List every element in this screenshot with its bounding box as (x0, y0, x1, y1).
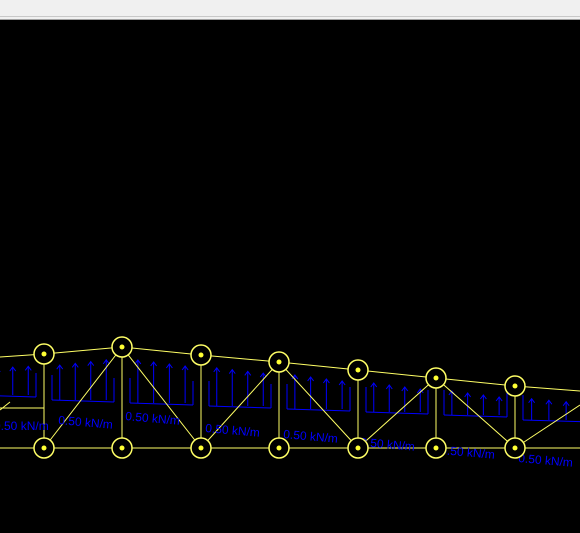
node-center-dot (41, 445, 47, 451)
load-labels: 0.50 kN/m 0.50 kN/m 0.50 kN/m 0.50 kN/m 0.50… (0, 409, 573, 470)
diagonal-member[interactable] (121, 346, 202, 449)
top-chord-member[interactable] (121, 346, 202, 356)
drawing-canvas[interactable]: 0.50 kN/m 0.50 kN/m 0.50 kN/m 0.50 kN/m 0.50… (0, 20, 580, 533)
load-value-label: 0.50 kN/m (518, 451, 574, 470)
top-chord-member[interactable] (435, 377, 516, 387)
node-center-dot (355, 367, 361, 373)
node-center-dot (276, 359, 282, 365)
top-chord-member[interactable] (200, 354, 280, 363)
node-center-dot (41, 351, 47, 357)
node-center-dot (198, 445, 204, 451)
top-node[interactable] (268, 351, 290, 373)
distributed-load (522, 395, 580, 423)
top-node[interactable] (33, 343, 55, 365)
load-value-label: 0.50 kN/m (205, 421, 261, 440)
top-chord-member[interactable] (357, 369, 437, 379)
load-baseline (522, 419, 580, 423)
load-baseline (51, 399, 115, 403)
load-value-label: 0.50 kN/m (125, 409, 181, 428)
node-center-dot (119, 344, 125, 350)
load-value-label: 0.50 kN/m (440, 443, 496, 462)
bottom-node[interactable] (268, 437, 290, 459)
top-chord-member[interactable] (278, 361, 359, 371)
load-baseline (286, 408, 351, 412)
truss-drawing[interactable]: 0.50 kN/m 0.50 kN/m 0.50 kN/m 0.50 kN/m 0.50… (0, 20, 580, 533)
load-value-label: 0.50 kN/m (0, 419, 49, 433)
load-baseline (208, 405, 272, 409)
diagonal-member[interactable] (435, 377, 516, 449)
load-baseline (129, 402, 194, 406)
distributed-load (0, 365, 37, 398)
bottom-node[interactable] (190, 437, 212, 459)
top-node[interactable] (190, 344, 212, 366)
distributed-load (365, 382, 429, 415)
window-top-bar (0, 0, 580, 20)
load-baseline (0, 395, 37, 398)
distributed-load (51, 359, 115, 403)
node-center-dot (276, 445, 282, 451)
node-center-dot (355, 445, 361, 451)
bottom-node[interactable] (504, 437, 526, 459)
node-center-dot (433, 445, 439, 451)
node-center-dot (433, 375, 439, 381)
top-node[interactable] (111, 336, 133, 358)
bottom-node[interactable] (425, 437, 447, 459)
bottom-node[interactable] (111, 437, 133, 459)
diagonal-member[interactable] (43, 346, 123, 449)
node-center-dot (119, 445, 125, 451)
node-center-dot (512, 383, 518, 389)
top-chord-member[interactable] (43, 346, 123, 355)
load-baseline (443, 414, 508, 418)
bottom-node[interactable] (33, 437, 55, 459)
node-center-dot (512, 445, 518, 451)
diagonal-member[interactable] (514, 404, 580, 449)
top-node[interactable] (347, 359, 369, 381)
window-bar-divider (0, 16, 580, 17)
top-node[interactable] (504, 375, 526, 397)
load-value-label: 0.50 kN/m (58, 413, 114, 432)
diagonal-member[interactable] (0, 401, 11, 411)
distributed-loads (0, 359, 580, 423)
node-center-dot (198, 352, 204, 358)
bottom-node[interactable] (347, 437, 369, 459)
distributed-load (208, 367, 272, 409)
top-node[interactable] (425, 367, 447, 389)
load-value-label: 0.50 kN/m (283, 427, 339, 446)
